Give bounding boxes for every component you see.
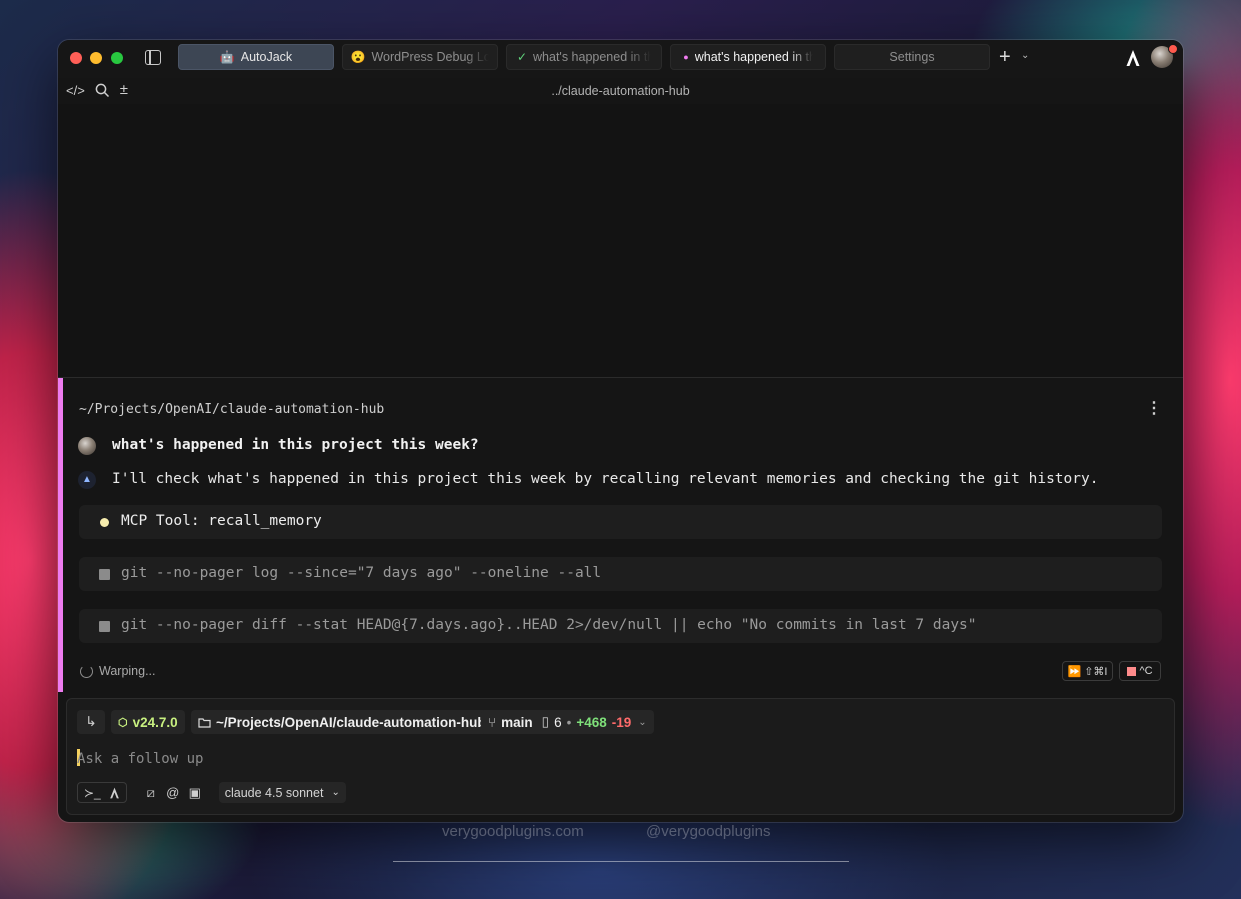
title-bar: 🤖 AutoJack 😮 WordPress Debug Log ✓ what'… xyxy=(58,40,1183,78)
home-indicator xyxy=(393,861,849,862)
tool-call-label: MCP Tool: recall_memory xyxy=(121,513,322,529)
window-path-title: ../claude-automation-hub xyxy=(551,84,690,98)
git-branch-icon: ⑂ xyxy=(488,714,497,730)
tab-label: what's happened in this project this wee… xyxy=(533,50,651,64)
input-toolbar: ≻_ ⧄ @ ▣ claude 4.5 sonnet ⌄ xyxy=(77,782,346,803)
tab-wordpress-debug-log[interactable]: 😮 WordPress Debug Log xyxy=(342,44,498,70)
node-icon: ⬡ xyxy=(118,716,128,729)
follow-up-placeholder: Ask a follow up xyxy=(77,751,204,767)
mode-toggle[interactable]: ≻_ xyxy=(77,782,127,803)
tab-label: what's happened in this project this wee… xyxy=(694,50,813,64)
close-window-button[interactable] xyxy=(70,52,82,64)
shortcut-label: ^C xyxy=(1139,665,1153,677)
warp-logo-icon[interactable] xyxy=(1125,49,1141,67)
warp-window: 🤖 AutoJack 😮 WordPress Debug Log ✓ what'… xyxy=(58,40,1183,822)
tool-call-git-log[interactable]: git --no-pager log --since="7 days ago" … xyxy=(79,557,1162,591)
status-text: Warping... xyxy=(99,664,156,678)
chevron-down-icon[interactable]: ⌄ xyxy=(1021,50,1029,61)
agent-response: I'll check what's happened in this proje… xyxy=(112,471,1099,487)
spinner-icon xyxy=(80,664,93,678)
tab-label: WordPress Debug Log xyxy=(371,50,490,64)
more-options-icon[interactable]: ⋮ xyxy=(1146,398,1162,418)
tool-call-git-diff[interactable]: git --no-pager diff --stat HEAD@{7.days.… xyxy=(79,609,1162,643)
new-tab-plus-icon[interactable]: + xyxy=(999,47,1011,67)
separator: • xyxy=(566,714,572,730)
agent-avatar-icon: ▲ xyxy=(78,471,96,489)
checkmark-icon: ✓ xyxy=(516,50,528,64)
user-question: what's happened in this project this wee… xyxy=(112,437,479,453)
emoji-icon: 😮 xyxy=(350,50,366,64)
model-selector[interactable]: claude 4.5 sonnet ⌄ xyxy=(218,782,346,803)
block-cwd: ~/Projects/OpenAI/claude-automation-hub xyxy=(79,402,385,417)
tab-settings[interactable]: Settings xyxy=(834,44,990,70)
model-label: claude 4.5 sonnet xyxy=(224,785,324,800)
tab-label: Settings xyxy=(889,50,935,64)
chevron-down-icon[interactable]: ⌄ xyxy=(638,717,646,728)
watermark-handle: @verygoodplugins xyxy=(646,823,771,840)
agent-block: ~/Projects/OpenAI/claude-automation-hub … xyxy=(58,378,1183,692)
watermark-site: verygoodplugins.com xyxy=(442,823,584,840)
fast-forward-icon: ⏩ xyxy=(1067,665,1082,678)
files-changed-count: 6 xyxy=(554,714,562,730)
agent-mode-icon[interactable] xyxy=(109,787,120,799)
tool-call-recall-memory[interactable]: MCP Tool: recall_memory xyxy=(79,505,1162,539)
minimize-window-button[interactable] xyxy=(90,52,102,64)
stop-shortcut-button[interactable]: ^C xyxy=(1119,661,1161,681)
pink-dot-icon: ● xyxy=(683,52,689,62)
cwd-chip[interactable]: ~/Projects/OpenAI/claude-automation-hub xyxy=(191,710,493,734)
image-attach-icon[interactable]: ▣ xyxy=(187,785,203,801)
tab-whats-happened-current[interactable]: ● what's happened in this project this w… xyxy=(670,44,826,70)
tab-autojack[interactable]: 🤖 AutoJack xyxy=(178,44,334,70)
notification-badge xyxy=(1168,44,1178,54)
continue-shortcut-button[interactable]: ⏩ ⇧⌘I xyxy=(1062,661,1113,681)
sidebar-toggle-icon[interactable] xyxy=(145,50,161,65)
return-arrow-icon: ↳ xyxy=(85,714,97,729)
user-avatar xyxy=(78,437,96,455)
return-arrow-button[interactable]: ↳ xyxy=(77,710,105,734)
tab-label: AutoJack xyxy=(240,50,293,64)
robot-icon: 🤖 xyxy=(219,50,235,64)
tab-whats-happened-done[interactable]: ✓ what's happened in this project this w… xyxy=(506,44,662,70)
zoom-window-button[interactable] xyxy=(111,52,123,64)
tool-call-label: git --no-pager log --since="7 days ago" … xyxy=(121,565,602,581)
at-mention-icon[interactable]: @ xyxy=(165,785,181,800)
terminal-scrollback xyxy=(58,104,1183,377)
status-row: Warping... xyxy=(80,664,156,678)
terminal-mode-icon[interactable]: ≻_ xyxy=(84,786,101,800)
node-version-label: v24.7.0 xyxy=(132,714,178,730)
pending-square-icon xyxy=(99,569,110,580)
deletions-count: -19 xyxy=(611,714,632,730)
folder-icon xyxy=(198,717,211,728)
chevron-down-icon: ⌄ xyxy=(331,787,340,798)
stop-icon xyxy=(1127,666,1137,676)
follow-up-input[interactable]: Ask a follow up xyxy=(77,749,203,767)
node-version-chip[interactable]: ⬡ v24.7.0 xyxy=(111,710,185,734)
agent-input-panel: ↳ ⬡ v24.7.0 ~/Projects/OpenAI/claude-aut… xyxy=(66,698,1175,815)
branch-label: main xyxy=(501,714,533,730)
block-accent-bar xyxy=(58,378,63,692)
file-icon: ▯ xyxy=(541,714,550,729)
additions-count: +468 xyxy=(576,714,607,730)
slash-command-icon[interactable]: ⧄ xyxy=(143,785,159,801)
pending-square-icon xyxy=(99,621,110,632)
shortcut-label: ⇧⌘I xyxy=(1084,665,1108,678)
git-status-chip[interactable]: ⑂ main ▯ 6 • +468 -19 ⌄ xyxy=(481,710,654,734)
cwd-label: ~/Projects/OpenAI/claude-automation-hub xyxy=(216,714,486,730)
tool-call-label: git --no-pager diff --stat HEAD@{7.days.… xyxy=(121,617,977,633)
running-dot-icon xyxy=(100,518,109,527)
